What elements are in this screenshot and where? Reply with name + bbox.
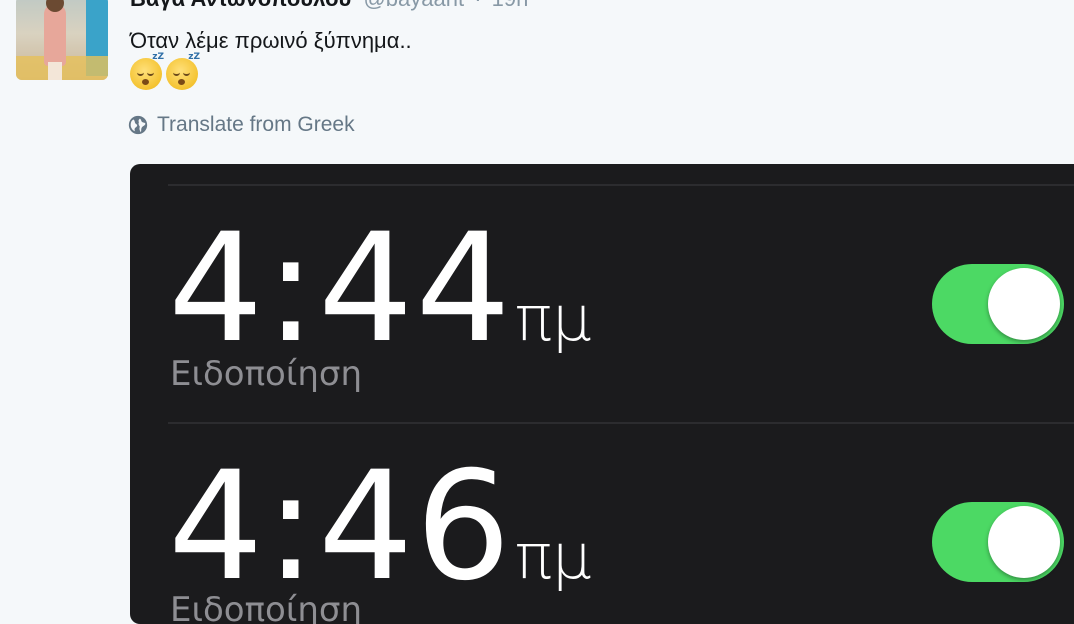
alarm-time-1: 4:44πμ: [168, 202, 592, 376]
alarm-time-2-ampm: πμ: [514, 520, 592, 593]
author-handle[interactable]: @bayaant: [363, 0, 464, 11]
tweet-timestamp[interactable]: 19h: [492, 0, 529, 11]
alarm-label-2: Ειδοποίηση: [170, 590, 363, 624]
alarm-time-1-ampm: πμ: [514, 282, 592, 355]
sleeping-face-icon: zZ: [130, 52, 164, 90]
author-avatar[interactable]: [16, 0, 108, 80]
toggle-knob: [988, 506, 1060, 578]
tweet-header: Βάγα Αντωνοπούλου @bayaant · 19h: [130, 0, 528, 12]
alarm-1-toggle[interactable]: [932, 264, 1064, 344]
sleeping-face-icon: zZ: [166, 52, 200, 90]
alarm-2-toggle[interactable]: [932, 502, 1064, 582]
alarm-time-1-digits: 4:44: [168, 202, 513, 376]
avatar-figure-legs: [48, 62, 62, 80]
header-separator: ·: [474, 0, 481, 11]
tweet-text: Όταν λέμε πρωινό ξύπνημα..: [130, 28, 412, 53]
alarm-label-1: Ειδοποίηση: [170, 354, 363, 394]
avatar-figure: [44, 4, 66, 66]
globe-icon: [128, 115, 148, 135]
toggle-knob: [988, 268, 1060, 340]
alarm-time-2-digits: 4:46: [168, 440, 513, 614]
emoji-row: zZ zZ: [130, 52, 200, 90]
translate-link[interactable]: Translate from Greek: [127, 113, 355, 137]
alarm-divider: [168, 422, 1074, 424]
tweet-media-image[interactable]: 4:44πμ Ειδοποίηση 4:46πμ Ειδοποίηση: [130, 164, 1074, 624]
alarm-time-2: 4:46πμ: [168, 440, 592, 614]
alarm-divider: [168, 184, 1074, 186]
author-name[interactable]: Βάγα Αντωνοπούλου: [130, 0, 351, 11]
translate-label: Translate from Greek: [157, 113, 355, 136]
